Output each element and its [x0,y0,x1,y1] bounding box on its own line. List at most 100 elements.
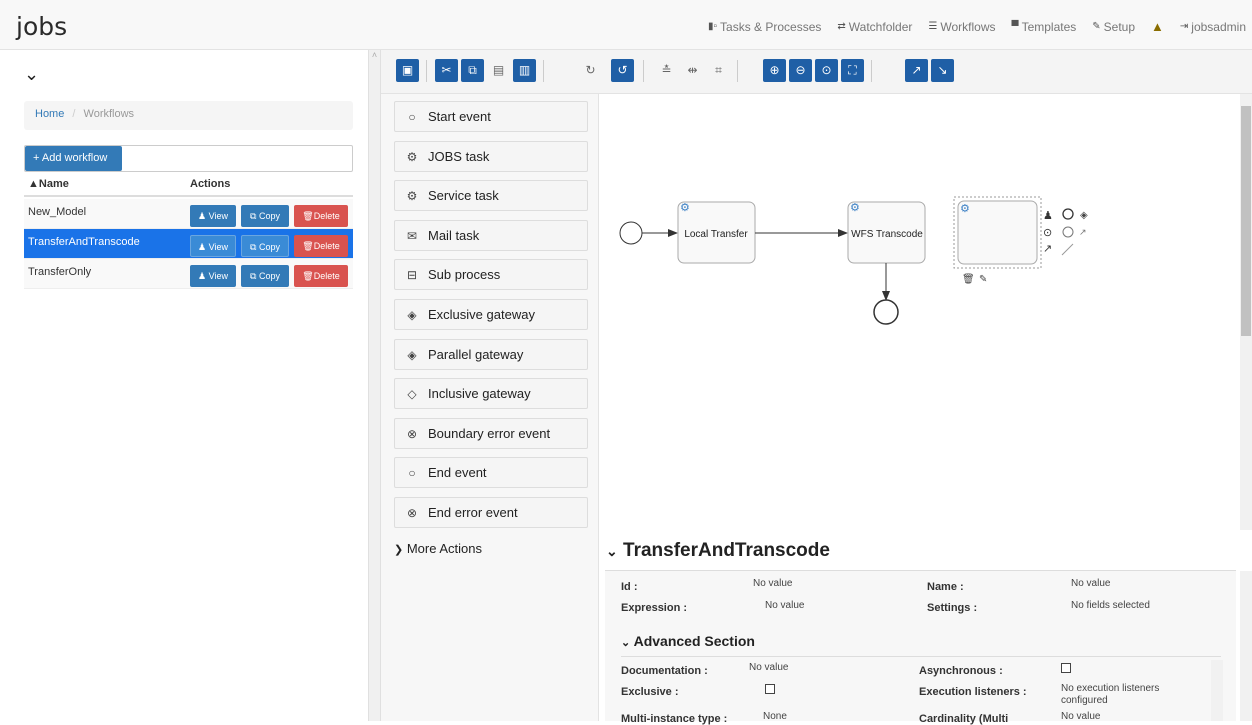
documentation-value[interactable]: No value [749,662,788,673]
breadcrumb-current: Workflows [83,108,135,120]
palette-boundary-error-event[interactable]: ⊗ Boundary error event [394,418,588,449]
palette-parallel-gateway[interactable]: ◈ Parallel gateway [394,339,588,370]
nav-tasks[interactable]: ▮▫ Tasks & Processes [708,19,821,34]
annotation-icon[interactable]: ↗ [1079,227,1087,237]
nav-workflows[interactable]: ☰ Workflows [928,19,995,34]
advanced-section-toggle[interactable]: ⌄ Advanced Section [621,633,755,649]
nav-warning[interactable]: ▲ [1151,19,1164,34]
palette-inclusive-gateway[interactable]: ◇ Inclusive gateway [394,378,588,409]
expression-value[interactable]: No value [765,600,804,611]
palette-exclusive-gateway[interactable]: ◈ Exclusive gateway [394,299,588,330]
breadcrumb-home[interactable]: Home [35,108,64,120]
view-button[interactable]: ♟ View [190,235,236,257]
cardinality-value[interactable]: No value [1061,711,1100,722]
table-row[interactable]: TransferAndTranscode ♟ View ⧉ Copy 🗑︎Del… [24,229,353,259]
parallel-gateway-icon: ◈ [407,347,417,362]
nav-user[interactable]: ⇥ jobsadmin [1180,19,1246,34]
more-actions-toggle[interactable]: ❯ More Actions [394,541,482,556]
nav-setup[interactable]: ✎ Setup [1092,19,1135,34]
workflow-name[interactable]: New_Model [28,206,86,218]
view-button[interactable]: ♟ View [190,205,236,227]
add-workflow-button[interactable]: + Add workflow [25,146,122,171]
save-icon[interactable]: ▣ [396,59,419,82]
trash-icon[interactable]: 🗑︎ [962,273,975,285]
palette-item-label: Start event [428,109,491,124]
collapse-up-icon[interactable]: ˄ [372,50,377,60]
chevron-down-icon[interactable]: ⌄ [24,64,39,85]
nav-templates[interactable]: ▀ Templates [1011,19,1076,34]
start-event-shape[interactable] [619,221,643,245]
diagram-svg[interactable]: ⚙ Local Transfer ⚙ WFS Transcode ⚙ 🗑︎ ✎ … [599,94,1240,530]
palette-item-label: JOBS task [428,149,490,164]
view-button[interactable]: ♟ View [190,265,236,287]
properties-scrollbar[interactable] [1240,571,1252,721]
copy-button[interactable]: ⧉ Copy [241,205,289,227]
boundary-event-icon[interactable] [1062,226,1074,238]
remove-bendpoint-icon[interactable]: ↘ [931,59,954,82]
user-icon: ♟ [198,211,207,221]
canvas-scrollbar[interactable] [1240,94,1252,530]
cut-icon[interactable]: ✂ [435,59,458,82]
association-icon[interactable] [1061,243,1074,256]
palette-jobs-task[interactable]: ⚙ JOBS task [394,141,588,172]
delete-button[interactable]: 🗑︎Delete [294,205,348,227]
expression-label: Expression : [621,602,688,614]
zoom-in-icon[interactable]: ⊕ [763,59,786,82]
nav-watchfolder[interactable]: ⇄ Watchfolder [837,19,912,34]
delete-button[interactable]: 🗑︎Delete [294,235,348,257]
exclusive-checkbox[interactable] [765,684,775,694]
table-row[interactable]: TransferOnly ♟ View ⧉ Copy 🗑︎Delete [24,259,353,289]
chevron-right-icon: ❯ [394,544,404,556]
align-horizontal-icon[interactable]: ⇹ [681,59,704,82]
palette-end-error-event[interactable]: ⊗ End error event [394,497,588,528]
paste-icon[interactable]: ▤ [487,59,510,82]
workflow-name[interactable]: TransferOnly [28,266,91,278]
name-value[interactable]: No value [1071,578,1110,589]
workflow-search-input[interactable] [123,146,352,171]
id-value[interactable]: No value [753,578,792,589]
user-task-icon[interactable]: ♟ [1043,210,1053,222]
table-row[interactable]: New_Model ♟ View ⧉ Copy 🗑︎Delete [24,199,353,229]
palette-service-task[interactable]: ⚙ Service task [394,180,588,211]
palette-end-event[interactable]: ○ End event [394,457,588,488]
execution-listeners-label: Execution listeners : [919,686,1027,698]
advanced-scrollbar[interactable] [1211,660,1223,721]
align-vertical-icon[interactable]: ≛ [655,59,678,82]
intermediate-event-icon[interactable]: ⊙ [1043,227,1052,239]
workflow-name[interactable]: TransferAndTranscode [28,236,140,248]
palette-item-label: End event [428,465,487,480]
palette-start-event[interactable]: ○ Start event [394,101,588,132]
multi-instance-value[interactable]: None [763,711,787,722]
delete-icon[interactable]: ▥ [513,59,536,82]
execution-listeners-value[interactable]: No execution listeners configured [1061,683,1191,707]
zoom-out-icon[interactable]: ⊖ [789,59,812,82]
copy-icon[interactable]: ⧉ [461,59,484,82]
end-event-icon[interactable] [1062,208,1074,220]
copy-button[interactable]: ⧉ Copy [241,235,289,257]
name-label: Name : [927,581,964,593]
undo-icon[interactable]: ↺ [611,59,634,82]
wrench-icon[interactable]: ✎ [979,274,987,285]
connector-icon[interactable]: ↗ [1043,243,1052,255]
section-divider [621,656,1221,657]
same-size-icon[interactable]: ⌗ [707,59,730,82]
pane-splitter[interactable]: ˄ [369,50,381,721]
asynchronous-checkbox[interactable] [1061,663,1071,673]
settings-value[interactable]: No fields selected [1071,600,1150,611]
zoom-fit-icon[interactable]: ⛶ [841,59,864,82]
task-label: WFS Transcode [851,229,923,240]
zoom-actual-icon[interactable]: ⊙ [815,59,838,82]
scrollbar-thumb[interactable] [1241,106,1251,336]
bpmn-canvas[interactable]: ⚙ Local Transfer ⚙ WFS Transcode ⚙ 🗑︎ ✎ … [599,94,1240,530]
column-name[interactable]: ▲Name [28,178,69,190]
palette-sub-process[interactable]: ⊟ Sub process [394,259,588,290]
palette-mail-task[interactable]: ✉ Mail task [394,220,588,251]
app-logo[interactable]: jobs [16,12,67,41]
gateway-icon[interactable]: ◈ [1080,210,1088,221]
add-bendpoint-icon[interactable]: ↗ [905,59,928,82]
delete-button[interactable]: 🗑︎Delete [294,265,348,287]
properties-title[interactable]: ⌄ TransferAndTranscode [606,540,830,562]
redo-icon[interactable]: ↻ [579,59,602,82]
copy-button[interactable]: ⧉ Copy [241,265,289,287]
end-event-shape[interactable] [873,299,899,325]
